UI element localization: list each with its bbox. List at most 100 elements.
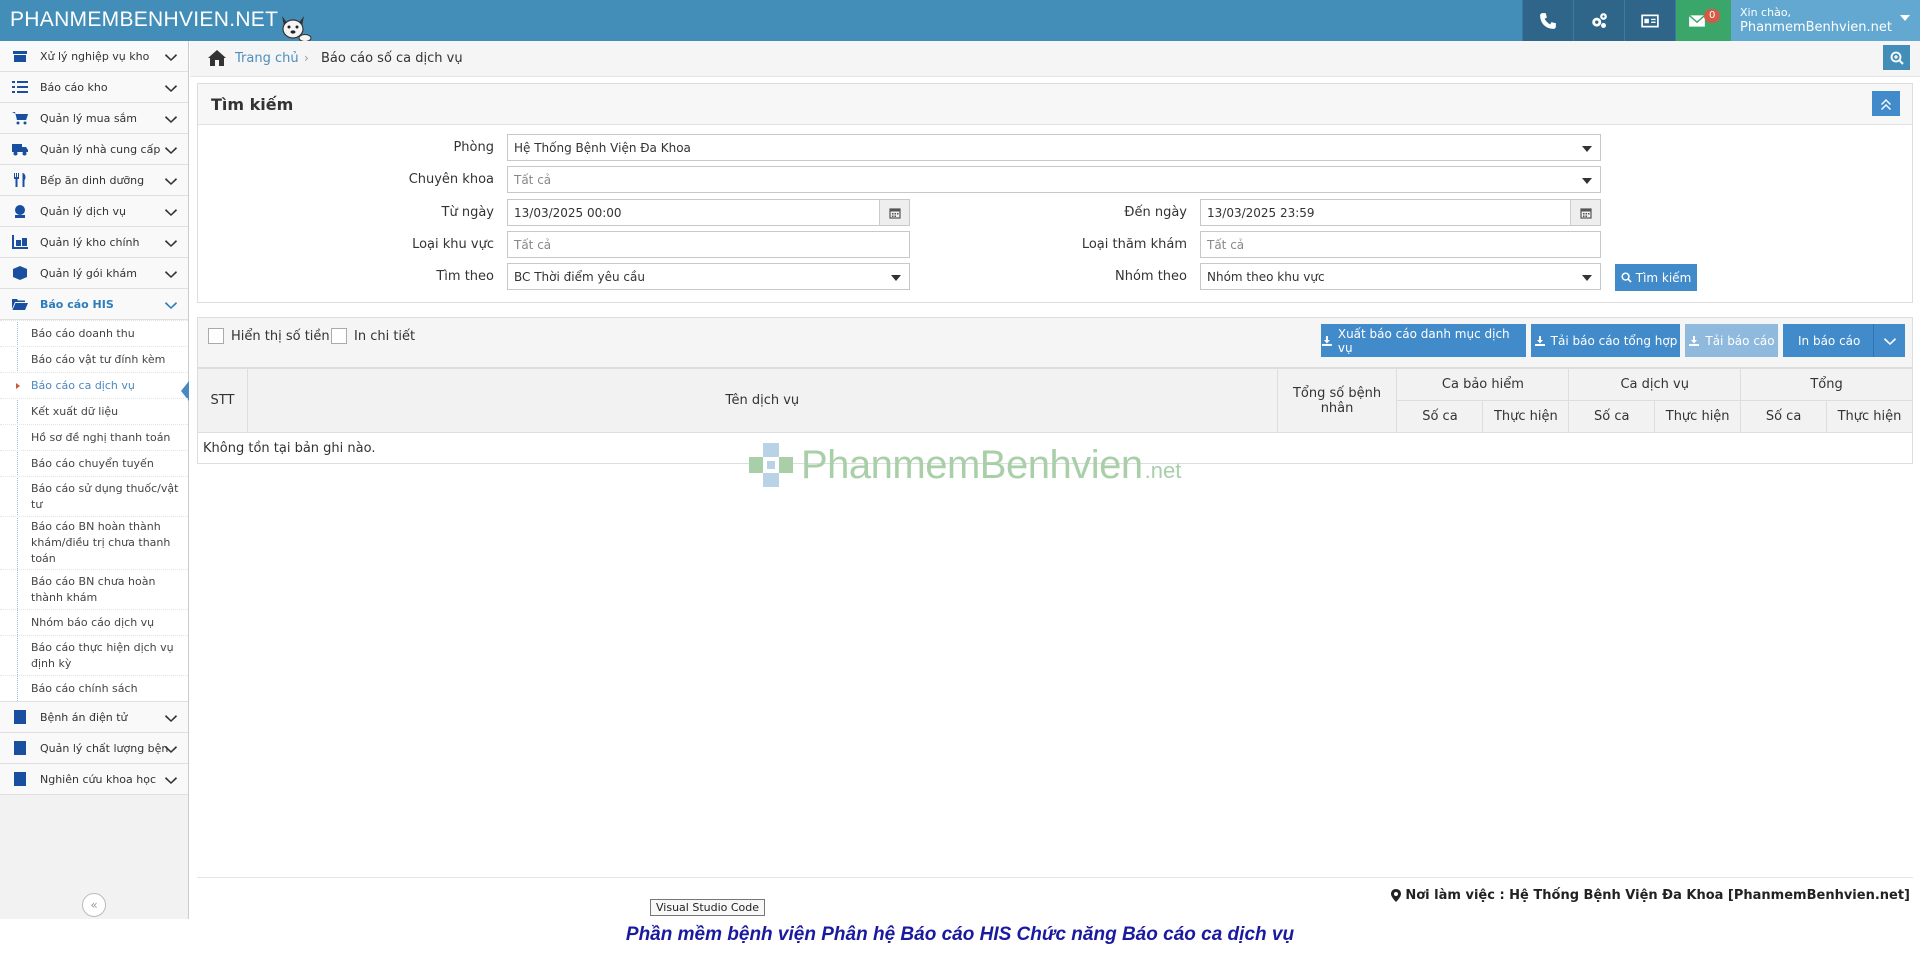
phone-button[interactable] [1522,0,1573,41]
den-ngay-label: Đến ngày [1124,205,1187,220]
den-ngay-input[interactable]: 13/03/2025 23:59 [1200,199,1601,226]
sidebar-subitem[interactable]: Báo cáo ca dịch vụ [0,372,189,401]
show-money-checkbox[interactable]: Hiển thị số tiền [208,328,330,344]
chevron-down-icon [165,144,177,154]
search-panel-title: Tìm kiếm [211,95,294,114]
home-icon[interactable] [207,49,227,67]
export-button-label: Xuất báo cáo danh mục dịch vụ [1337,326,1510,355]
print-report-button[interactable]: In báo cáo [1783,324,1905,357]
watermark-suffix: .net [1144,458,1182,483]
checkbox-box[interactable] [208,328,224,344]
checkbox-box[interactable] [331,328,347,344]
sidebar-subitem[interactable]: Báo cáo chuyển tuyến [0,450,188,476]
loai-khu-vuc-placeholder: Tất cả [514,237,552,252]
dropdown-caret-icon [1582,146,1592,152]
col-ca-bao-hiem: Ca bảo hiểm [1396,368,1570,401]
phong-label: Phòng [453,140,494,155]
double-chevron-up-icon [1881,98,1891,110]
sidebar-item-service[interactable]: Quản lý dịch vụ [0,196,188,227]
tu-ngay-value: 13/03/2025 00:00 [514,205,622,220]
col-bh-so-ca: Số ca [1396,400,1484,433]
download-summary-label: Tải báo cáo tổng hợp [1550,333,1678,348]
sidebar-item-cart[interactable]: Quản lý mua sắm [0,103,188,134]
tu-ngay-input[interactable]: 13/03/2025 00:00 [507,199,910,226]
tim-theo-select[interactable]: BC Thời điểm yêu cầu [507,263,910,290]
brand-logo-text[interactable]: PHANMEMBENHVIEN.NET [10,8,278,32]
sidebar-item-truck[interactable]: Quản lý nhà cung cấp [0,134,188,165]
sidebar-subitem-label: Báo cáo sử dụng thuốc/vật tư [31,481,179,511]
sidebar-item-label: Quản lý mua sắm [40,112,138,125]
sidebar-subitem-label: Báo cáo BN hoàn thành khám/điều trị chưa… [31,520,171,565]
download-summary-button[interactable]: Tải báo cáo tổng hợp [1531,324,1680,357]
folder-open-icon [12,297,28,311]
chevron-down-icon [165,743,177,753]
sidebar-item-bao-cao-his[interactable]: Báo cáo HIS [0,289,188,320]
chuyen-khoa-placeholder: Tất cả [514,172,552,187]
loai-khu-vuc-select[interactable]: Tất cả [507,231,910,258]
export-service-list-button[interactable]: Xuất báo cáo danh mục dịch vụ [1321,324,1526,357]
sidebar-item-store[interactable]: Xử lý nghiệp vụ kho [0,41,188,72]
chevron-down-icon [165,206,177,216]
collapse-sidebar-button[interactable]: « [82,893,106,917]
col-tong: Tổng [1740,368,1913,401]
map-marker-icon [1391,889,1402,902]
col-tong-so-ca: Số ca [1740,400,1827,433]
download-report-button[interactable]: Tải báo cáo [1685,324,1778,357]
download-icon [1321,335,1332,346]
print-detail-checkbox[interactable]: In chi tiết [331,328,415,344]
sidebar-item-record[interactable]: Bệnh án điện tử [0,702,188,733]
show-money-label: Hiển thị số tiền [231,328,330,344]
dropdown-caret-icon [1582,275,1592,281]
print-report-dropdown-toggle[interactable] [1873,324,1905,357]
sidebar-item-label: Quản lý kho chính [40,236,140,249]
loai-tham-kham-select[interactable]: Tất cả [1200,231,1601,258]
settings-button[interactable] [1573,0,1624,41]
workplace-text: Nơi làm việc : Hệ Thống Bệnh Viện Đa Kho… [1405,888,1910,903]
sidebar-item-list[interactable]: Báo cáo kho [0,72,188,103]
sidebar-item-research[interactable]: Nghiên cứu khoa học [0,764,188,795]
id-card-icon [1641,14,1659,27]
zoom-button[interactable] [1883,45,1910,70]
store-icon [12,49,28,63]
col-ten-dich-vu: Tên dịch vụ [246,368,1278,433]
chuyen-khoa-select[interactable]: Tất cả [507,166,1601,193]
search-button[interactable]: Tìm kiếm [1615,264,1697,291]
result-toolbar: Hiển thị số tiền In chi tiết Xuất báo cá… [198,318,1912,368]
download-icon [1689,335,1700,346]
zoom-in-icon [1890,51,1904,65]
id-card-button[interactable] [1624,0,1675,41]
sidebar-subitem[interactable]: Báo cáo vật tư đính kèm [0,346,188,372]
sidebar-subitem[interactable]: Báo cáo BN hoàn thành khám/điều trị chưa… [0,516,188,569]
sidebar-item-cutlery[interactable]: Bếp ăn dinh dưỡng [0,165,188,196]
sidebar-subitem[interactable]: Hồ sơ đề nghị thanh toán [0,424,188,450]
sidebar-subitem[interactable]: Báo cáo doanh thu [0,320,188,346]
sidebar-subitem[interactable]: Báo cáo sử dụng thuốc/vật tư [0,476,188,516]
sidebar-subitem[interactable]: Báo cáo BN chưa hoàn thành khám [0,569,188,609]
double-chevron-left-icon: « [90,898,98,912]
nhom-theo-select[interactable]: Nhóm theo khu vực [1200,263,1601,290]
calendar-icon [1579,207,1592,219]
phong-select[interactable]: Hệ Thống Bệnh Viện Đa Khoa [507,134,1601,161]
sidebar-subitem[interactable]: Báo cáo thực hiện dịch vụ định kỳ [0,635,188,675]
user-menu[interactable]: Xin chào, PhanmemBenhvien.net [1731,0,1920,41]
sidebar-item-warehouse[interactable]: Quản lý kho chính [0,227,188,258]
calendar-button[interactable] [1570,200,1600,225]
chevron-down-icon [165,175,177,185]
breadcrumb-home-link[interactable]: Trang chủ [235,51,299,66]
chevron-down-icon [165,113,177,123]
calendar-button[interactable] [879,200,909,225]
service-icon [12,204,28,218]
sidebar-subitem-label: Báo cáo vật tư đính kèm [31,352,166,366]
sidebar-item-package[interactable]: Quản lý gói khám [0,258,188,289]
messages-button[interactable]: 0 [1675,0,1731,41]
phone-icon [1540,12,1556,29]
sidebar-subitem[interactable]: Nhóm báo cáo dịch vụ [0,609,188,635]
sidebar-subitem[interactable]: Báo cáo chính sách [0,675,188,701]
search-icon [1621,272,1632,283]
sidebar-subitem[interactable]: Kết xuất dữ liệu [0,398,188,424]
collapse-panel-button[interactable] [1872,91,1900,116]
chuyen-khoa-label: Chuyên khoa [408,172,494,187]
chevron-down-icon [165,268,177,278]
nhom-theo-label: Nhóm theo [1114,269,1187,284]
sidebar-item-quality[interactable]: Quản lý chất lượng bệnh [0,733,188,764]
